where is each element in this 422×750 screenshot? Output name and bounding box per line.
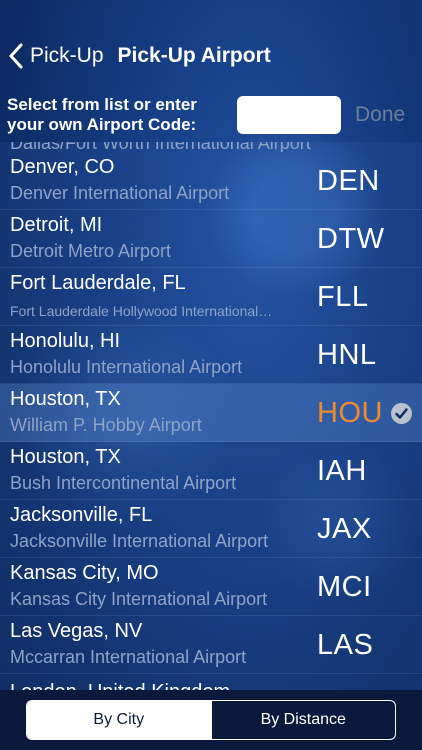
airport-row[interactable]: Houston, TX William P. Hobby Airport HOU — [0, 384, 422, 442]
airport-row[interactable]: Kansas City, MO Kansas City International… — [0, 558, 422, 616]
airport-name: Detroit Metro Airport — [10, 241, 172, 261]
airport-name: Jacksonville International Airport — [10, 531, 269, 551]
airport-code: IAH — [317, 455, 367, 487]
airport-row[interactable]: Honolulu, HI Honolulu International Airpo… — [0, 326, 422, 384]
status-bar — [0, 0, 422, 28]
back-button[interactable]: Pick-Up — [8, 43, 104, 69]
airport-row[interactable]: Denver, CO Denver International Airport DE… — [0, 152, 422, 210]
airport-code: LAS — [317, 629, 374, 661]
airport-row[interactable]: Detroit, MI Detroit Metro Airport DTW — [0, 210, 422, 268]
airport-row[interactable]: Fort Lauderdale, FL Fort Lauderdale Holly… — [0, 268, 422, 326]
sort-bar: By City By Distance — [0, 690, 422, 750]
city-name: Las Vegas, NV — [10, 620, 143, 642]
page-title: Pick-Up Airport — [117, 44, 271, 67]
list-item-partial-bottom: London, United Kingdom — [10, 681, 230, 690]
airport-row[interactable]: Houston, TX Bush Intercontinental Airport… — [0, 442, 422, 500]
back-label: Pick-Up — [30, 44, 104, 67]
airport-name: Fort Lauderdale Hollywood International… — [10, 303, 273, 319]
airport-code: MCI — [317, 571, 372, 603]
airport-code: HNL — [317, 339, 377, 371]
city-name: Honolulu, HI — [10, 330, 121, 352]
by-city-segment[interactable]: By City — [27, 701, 211, 739]
sort-segmented-control: By City By Distance — [26, 700, 396, 740]
airport-code-input[interactable] — [237, 96, 341, 134]
airport-row[interactable]: Las Vegas, NV Mccarran International Airp… — [0, 616, 422, 674]
airport-row[interactable]: Jacksonville, FL Jacksonville Internation… — [0, 500, 422, 558]
chevron-left-icon — [8, 43, 24, 69]
airport-code-entry: Select from list or enter your own Airpo… — [0, 88, 422, 142]
airport-name: Bush Intercontinental Airport — [10, 473, 237, 493]
airport-code: DTW — [317, 223, 385, 255]
navigation-bar: Pick-Up Pick-Up Airport — [0, 28, 422, 84]
airport-code: HOU — [317, 397, 383, 429]
airport-name: Kansas City International Airport — [10, 589, 268, 609]
list-item-partial: Dallas/Fort Worth International Airport — [0, 142, 422, 152]
done-button[interactable]: Done — [355, 103, 405, 127]
airport-name: Dallas/Fort Worth International Airport — [10, 142, 311, 152]
city-name: Fort Lauderdale, FL — [10, 272, 186, 294]
city-name: Houston, TX — [10, 446, 121, 468]
airport-code: JAX — [317, 513, 372, 545]
city-name: Kansas City, MO — [10, 562, 159, 584]
airport-code: FLL — [317, 281, 369, 313]
airport-name: William P. Hobby Airport — [10, 415, 202, 435]
checkmark-icon — [391, 403, 412, 424]
airport-code-prompt: Select from list or enter your own Airpo… — [7, 95, 197, 134]
airport-name: Honolulu International Airport — [10, 357, 243, 377]
city-name: Detroit, MI — [10, 214, 103, 236]
city-name: Denver, CO — [10, 156, 115, 178]
airport-list[interactable]: Dallas/Fort Worth International Airport … — [0, 142, 422, 690]
airport-name: Mccarran International Airport — [10, 647, 247, 667]
airport-code: DEN — [317, 165, 380, 197]
airport-name: Denver International Airport — [10, 183, 230, 203]
by-distance-segment[interactable]: By Distance — [210, 701, 396, 739]
city-name: Jacksonville, FL — [10, 504, 153, 526]
city-name: Houston, TX — [10, 388, 121, 410]
